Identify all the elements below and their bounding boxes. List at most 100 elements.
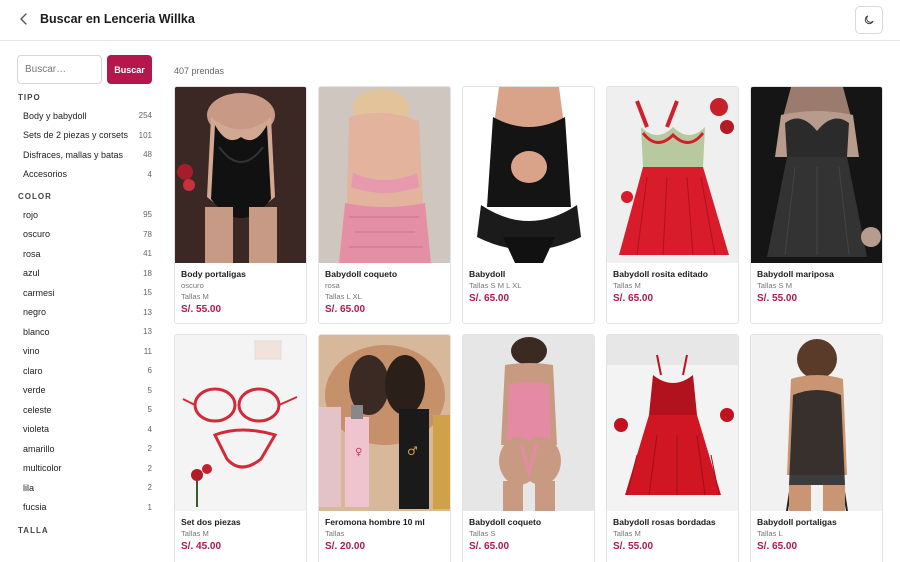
facet-count: 11	[143, 346, 152, 356]
facet-item-accesorios[interactable]: Accesorios 4	[17, 165, 152, 185]
product-info: Babydoll Tallas S M L XL S/. 65.00	[463, 263, 594, 304]
product-name: Babydoll coqueto	[325, 269, 398, 279]
product-sizes: Tallas L XL	[325, 292, 362, 301]
facet-item-carmesi[interactable]: carmesi 15	[17, 283, 152, 303]
facet-label: celeste	[23, 404, 52, 415]
theme-toggle-button[interactable]	[855, 6, 883, 34]
facet-label: lila	[23, 482, 35, 493]
product-price: S/. 45.00	[181, 541, 222, 552]
product-sizes: Tallas S	[469, 529, 496, 538]
product-info: Body portaligas oscuro Tallas M S/. 55.0…	[175, 263, 306, 315]
product-image	[319, 87, 450, 263]
facet-count: 5	[147, 405, 152, 415]
facet-count: 13	[143, 307, 152, 317]
product-card[interactable]: Babydoll coqueto Tallas S S/. 65.00	[462, 334, 595, 562]
facet-label: oscuro	[23, 229, 51, 240]
product-card[interactable]: Set dos piezas Tallas M S/. 45.00	[174, 334, 307, 562]
facet-item-oscuro[interactable]: oscuro 78	[17, 225, 152, 245]
product-price: S/. 55.00	[757, 293, 798, 304]
facet-item-azul[interactable]: azul 18	[17, 264, 152, 284]
product-card[interactable]: Babydoll portaligas Tallas L S/. 65.00	[750, 334, 883, 562]
facet-count: 2	[147, 463, 152, 473]
product-info: Babydoll rosas bordadas Tallas M S/. 55.…	[607, 511, 738, 552]
facet-count: 13	[143, 327, 152, 337]
facet-label: azul	[23, 268, 40, 279]
product-photo-red-babydoll	[607, 87, 738, 263]
facet-item-disfraces[interactable]: Disfraces, mallas y batas 48	[17, 145, 152, 165]
filter-sidebar: Buscar TIPO Body y babydoll 254 Sets de …	[17, 55, 152, 535]
product-price: S/. 65.00	[469, 293, 510, 304]
facet-item-lila[interactable]: lila 2	[17, 478, 152, 498]
product-card[interactable]: Babydoll mariposa Tallas S M S/. 55.00	[750, 86, 883, 324]
facet-count: 95	[143, 210, 152, 220]
product-card[interactable]: Babydoll coqueto rosa Tallas L XL S/. 65…	[318, 86, 451, 324]
product-card[interactable]: ♀ ♂ Feromona hombre 10 ml Tallas S/. 20.…	[318, 334, 451, 562]
facet-label: amarillo	[23, 443, 55, 454]
facet-item-rosa[interactable]: rosa 41	[17, 244, 152, 264]
facet-item-sets[interactable]: Sets de 2 piezas y corsets 101	[17, 126, 152, 146]
facet-label: rosa	[23, 248, 41, 259]
product-image	[175, 87, 306, 263]
product-price: S/. 65.00	[757, 541, 798, 552]
facet-label: Disfraces, mallas y batas	[23, 149, 124, 160]
svg-text:♀: ♀	[355, 447, 362, 458]
facet-item-verde[interactable]: verde 5	[17, 381, 152, 401]
facet-item-claro[interactable]: claro 6	[17, 361, 152, 381]
product-price: S/. 55.00	[613, 541, 654, 552]
product-image	[463, 87, 594, 263]
facet-item-multicolor[interactable]: multicolor 2	[17, 459, 152, 479]
facet-list-tipo: Body y babydoll 254 Sets de 2 piezas y c…	[17, 106, 152, 184]
product-image	[751, 335, 882, 511]
facet-label: Body y babydoll	[23, 110, 87, 121]
facet-item-rojo[interactable]: rojo 95	[17, 205, 152, 225]
product-name: Body portaligas	[181, 269, 246, 279]
facet-item-body-babydoll[interactable]: Body y babydoll 254	[17, 106, 152, 126]
product-price: S/. 20.00	[325, 541, 366, 552]
product-card[interactable]: Babydoll rosas bordadas Tallas M S/. 55.…	[606, 334, 739, 562]
search-button[interactable]: Buscar	[107, 55, 152, 84]
product-photo-pheromone-bottles: ♀ ♂	[319, 335, 450, 511]
product-info: Babydoll rosita editado Tallas M S/. 65.…	[607, 263, 738, 304]
search-input[interactable]	[17, 55, 102, 84]
chevron-left-icon	[20, 13, 27, 25]
facet-title-color: COLOR	[18, 192, 52, 201]
facet-label: negro	[23, 307, 47, 318]
product-photo-pink-babydoll	[319, 87, 450, 263]
facet-label: rojo	[23, 209, 39, 220]
product-info: Babydoll coqueto rosa Tallas L XL S/. 65…	[319, 263, 450, 315]
facet-count: 15	[143, 288, 152, 298]
back-button[interactable]	[16, 9, 32, 29]
facet-item-violeta[interactable]: violeta 4	[17, 420, 152, 440]
facet-label: Accesorios	[23, 169, 68, 180]
facet-item-celeste[interactable]: celeste 5	[17, 400, 152, 420]
product-name: Babydoll	[469, 269, 506, 279]
product-photo-red-embroidered-babydoll	[607, 335, 738, 511]
facet-item-fucsia[interactable]: fucsia 1	[17, 498, 152, 518]
product-card[interactable]: Babydoll rosita editado Tallas M S/. 65.…	[606, 86, 739, 324]
product-sizes: Tallas S M	[757, 281, 793, 290]
facet-item-blanco[interactable]: blanco 13	[17, 322, 152, 342]
product-price: S/. 65.00	[469, 541, 510, 552]
product-price: S/. 65.00	[613, 293, 654, 304]
product-card[interactable]: Babydoll Tallas S M L XL S/. 65.00	[462, 86, 595, 324]
product-price: S/. 55.00	[181, 304, 222, 315]
facet-count: 1	[147, 502, 152, 512]
product-photo-butterfly-babydoll	[751, 87, 882, 263]
facet-item-amarillo[interactable]: amarillo 2	[17, 439, 152, 459]
product-info: Babydoll portaligas Tallas L S/. 65.00	[751, 511, 882, 552]
facet-count: 78	[143, 229, 152, 239]
facet-item-vino[interactable]: vino 11	[17, 342, 152, 362]
product-sizes: Tallas L	[757, 529, 783, 538]
product-color: rosa	[325, 281, 340, 290]
facet-count: 2	[147, 444, 152, 454]
product-card[interactable]: Body portaligas oscuro Tallas M S/. 55.0…	[174, 86, 307, 324]
product-sizes: Tallas M	[181, 529, 209, 538]
facet-title-talla[interactable]: TALLA	[18, 526, 152, 535]
facet-item-negro[interactable]: negro 13	[17, 303, 152, 323]
product-info: Feromona hombre 10 ml Tallas S/. 20.00	[319, 511, 450, 552]
product-photo-black-bodysuit	[175, 87, 306, 263]
product-image	[463, 335, 594, 511]
product-photo-black-garter-babydoll	[751, 335, 882, 511]
facet-count: 2	[147, 483, 152, 493]
facet-title-tipo: TIPO	[18, 93, 41, 102]
